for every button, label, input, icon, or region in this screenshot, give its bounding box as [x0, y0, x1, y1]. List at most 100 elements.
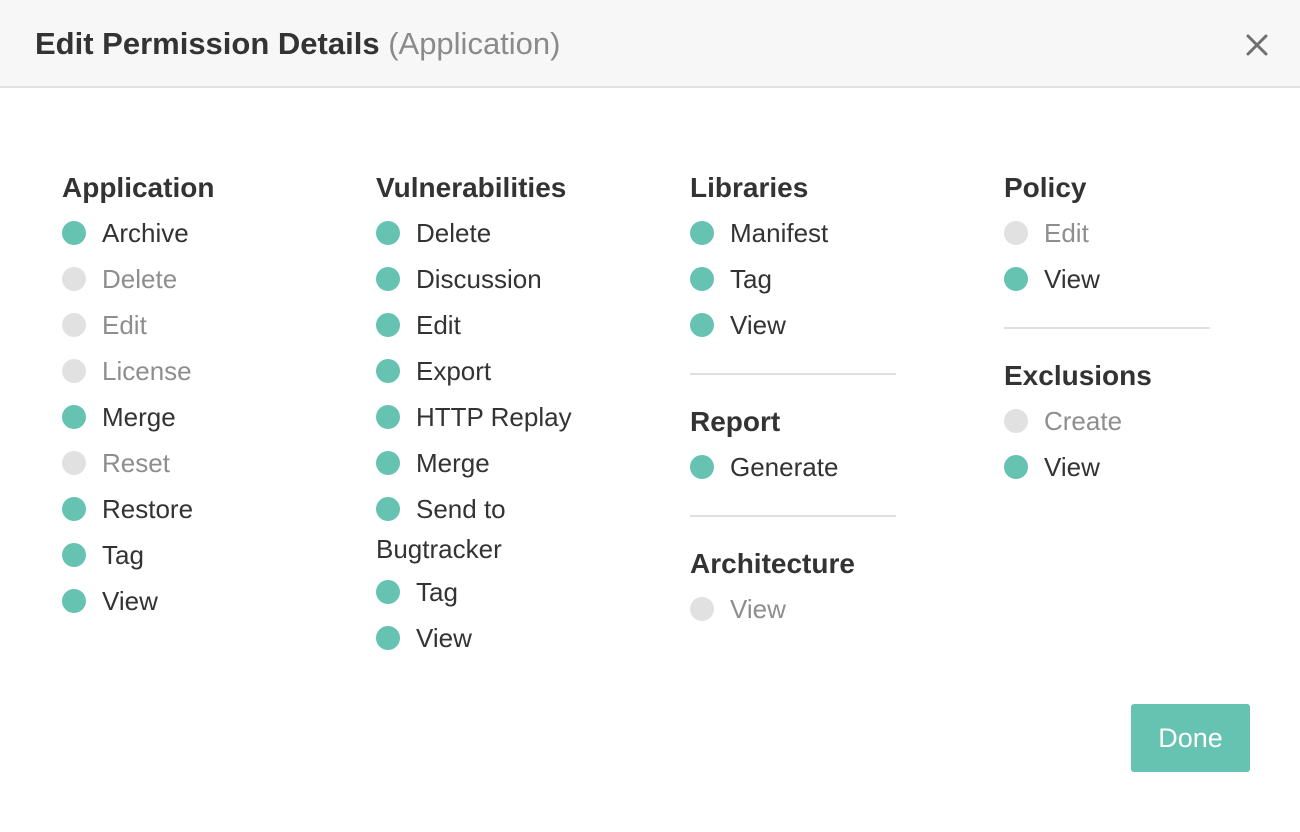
permission-column-4: Policy Edit View Exclusions Create View — [1004, 166, 1210, 490]
permission-label: Tag — [102, 540, 144, 570]
permission-group-vulnerabilities: Vulnerabilities Delete Discussion Edit Expor… — [376, 166, 606, 661]
group-divider — [1004, 327, 1210, 329]
dialog-title-subtitle: (Application) — [388, 26, 561, 61]
group-title: Libraries — [690, 172, 809, 203]
permission-vulnerabilities-merge[interactable]: Merge — [376, 440, 606, 486]
permission-vulnerabilities-http-replay[interactable]: HTTP Replay — [376, 394, 606, 440]
permission-label: Archive — [102, 218, 189, 248]
permission-architecture-view[interactable]: View — [690, 586, 896, 632]
disabled-status-dot[interactable] — [62, 313, 86, 337]
enabled-status-dot[interactable] — [1004, 267, 1028, 291]
permission-label: Edit — [416, 310, 461, 340]
disabled-status-dot[interactable] — [62, 451, 86, 475]
enabled-status-dot[interactable] — [62, 589, 86, 613]
enabled-status-dot[interactable] — [62, 497, 86, 521]
permission-label: Edit — [1044, 218, 1089, 248]
permission-vulnerabilities-send-to-bugtracker[interactable]: Send to Bugtracker — [376, 486, 606, 569]
permission-libraries-manifest[interactable]: Manifest — [690, 210, 896, 256]
group-title: Policy — [1004, 172, 1087, 203]
permission-vulnerabilities-tag[interactable]: Tag — [376, 569, 606, 615]
enabled-status-dot[interactable] — [690, 267, 714, 291]
group-title: Architecture — [690, 548, 855, 579]
permission-vulnerabilities-export[interactable]: Export — [376, 348, 606, 394]
permission-vulnerabilities-view[interactable]: View — [376, 615, 606, 661]
group-title: Vulnerabilities — [376, 172, 567, 203]
permission-label: View — [416, 623, 472, 653]
enabled-status-dot[interactable] — [376, 451, 400, 475]
permission-application-delete[interactable]: Delete — [62, 256, 214, 302]
group-title: Application — [62, 172, 215, 203]
close-button[interactable] — [1244, 32, 1270, 58]
enabled-status-dot[interactable] — [62, 221, 86, 245]
permission-policy-view[interactable]: View — [1004, 256, 1210, 302]
disabled-status-dot[interactable] — [1004, 221, 1028, 245]
enabled-status-dot[interactable] — [376, 405, 400, 429]
permission-label: Delete — [102, 264, 178, 294]
permission-label: Generate — [730, 452, 839, 482]
permission-libraries-view[interactable]: View — [690, 302, 896, 348]
disabled-status-dot[interactable] — [1004, 409, 1028, 433]
permission-label: HTTP Replay — [416, 402, 572, 432]
permission-column-2: Vulnerabilities Delete Discussion Edit Expor… — [376, 166, 606, 661]
permission-vulnerabilities-discussion[interactable]: Discussion — [376, 256, 606, 302]
enabled-status-dot[interactable] — [376, 359, 400, 383]
permission-group-architecture: Architecture View — [690, 542, 896, 632]
close-icon[interactable] — [1244, 32, 1270, 58]
permission-column-1: Application Archive Delete Edit License Merge… — [62, 166, 214, 624]
group-divider — [690, 373, 896, 375]
done-button[interactable]: Done — [1131, 704, 1250, 772]
edit-permission-dialog: Edit Permission Details (Application) Ap… — [0, 0, 1300, 832]
disabled-status-dot[interactable] — [62, 267, 86, 291]
enabled-status-dot[interactable] — [376, 497, 400, 521]
permission-vulnerabilities-edit[interactable]: Edit — [376, 302, 606, 348]
permission-application-tag[interactable]: Tag — [62, 532, 214, 578]
permission-exclusions-view[interactable]: View — [1004, 444, 1210, 490]
permission-application-archive[interactable]: Archive — [62, 210, 214, 256]
enabled-status-dot[interactable] — [376, 267, 400, 291]
permission-application-view[interactable]: View — [62, 578, 214, 624]
enabled-status-dot[interactable] — [62, 405, 86, 429]
enabled-status-dot[interactable] — [690, 221, 714, 245]
permission-label: Merge — [416, 448, 490, 478]
permission-exclusions-create[interactable]: Create — [1004, 398, 1210, 444]
permission-group-policy: Policy Edit View — [1004, 166, 1210, 302]
permission-label: Tag — [730, 264, 772, 294]
permission-vulnerabilities-delete[interactable]: Delete — [376, 210, 606, 256]
permission-group-libraries: Libraries Manifest Tag View — [690, 166, 896, 348]
permission-application-reset[interactable]: Reset — [62, 440, 214, 486]
enabled-status-dot[interactable] — [690, 455, 714, 479]
permission-label: Tag — [416, 577, 458, 607]
enabled-status-dot[interactable] — [376, 313, 400, 337]
enabled-status-dot[interactable] — [376, 221, 400, 245]
permission-label: Edit — [102, 310, 147, 340]
permission-label: View — [730, 594, 786, 624]
permission-label: View — [1044, 264, 1100, 294]
group-title: Exclusions — [1004, 360, 1152, 391]
permission-label: Restore — [102, 494, 194, 524]
permission-label: Discussion — [416, 264, 542, 294]
enabled-status-dot[interactable] — [376, 626, 400, 650]
permission-label: Reset — [102, 448, 170, 478]
enabled-status-dot[interactable] — [62, 543, 86, 567]
permission-group-report: Report Generate — [690, 400, 896, 490]
dialog-title-main: Edit Permission Details — [35, 26, 380, 61]
permission-policy-edit[interactable]: Edit — [1004, 210, 1210, 256]
permission-application-license[interactable]: License — [62, 348, 214, 394]
permission-label: View — [102, 586, 158, 616]
permission-application-edit[interactable]: Edit — [62, 302, 214, 348]
enabled-status-dot[interactable] — [1004, 455, 1028, 479]
dialog-title: Edit Permission Details (Application) — [35, 24, 561, 64]
permission-label: View — [730, 310, 786, 340]
enabled-status-dot[interactable] — [690, 313, 714, 337]
permission-libraries-tag[interactable]: Tag — [690, 256, 896, 302]
permission-label: Create — [1044, 406, 1123, 436]
enabled-status-dot[interactable] — [376, 580, 400, 604]
disabled-status-dot[interactable] — [62, 359, 86, 383]
permission-group-exclusions: Exclusions Create View — [1004, 354, 1210, 490]
permission-label: License — [102, 356, 192, 386]
permission-application-restore[interactable]: Restore — [62, 486, 214, 532]
disabled-status-dot[interactable] — [690, 597, 714, 621]
permission-label: View — [1044, 452, 1100, 482]
permission-application-merge[interactable]: Merge — [62, 394, 214, 440]
permission-report-generate[interactable]: Generate — [690, 444, 896, 490]
